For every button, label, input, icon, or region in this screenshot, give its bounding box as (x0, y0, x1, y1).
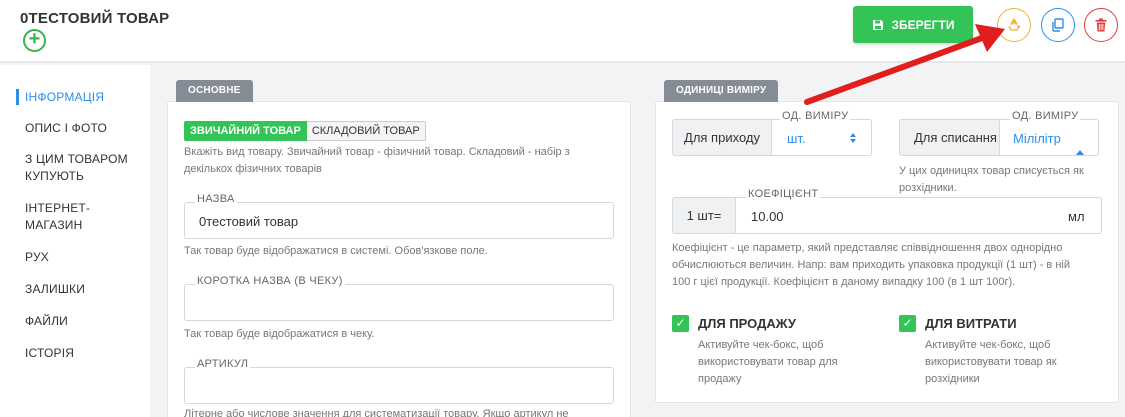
product-type-hint-line2: декількох фізичних товарів (184, 163, 322, 175)
save-button[interactable]: ЗБЕРЕГТИ (853, 6, 973, 43)
save-button-label: ЗБЕРЕГТИ (891, 17, 955, 32)
sidebar-item-description-photo[interactable]: ОПИС І ФОТО (25, 120, 107, 136)
coef-prefix-addon: 1 шт= (672, 197, 736, 234)
copy-button[interactable] (1041, 8, 1075, 42)
income-unit-value: шт. (787, 131, 806, 146)
short-name-label: КОРОТКА НАЗВА (В ЧЕКУ) (195, 275, 345, 287)
sidebar-item-history[interactable]: ІСТОРІЯ (25, 345, 74, 361)
coef-value: 10.00 (751, 209, 784, 224)
writeoff-hint-line2: розхідники. (899, 182, 957, 194)
coef-label: КОЕФІЦІЄНТ (746, 188, 821, 200)
sidebar-item-online-store[interactable]: ІНТЕРНЕТ- (25, 200, 90, 216)
for-sale-hint-line3: продажу (698, 373, 742, 385)
income-label: Для приходу (684, 130, 760, 145)
trash-icon (1095, 18, 1107, 32)
sort-arrows-icon (850, 133, 856, 143)
recycle-icon (1008, 17, 1021, 31)
name-value: 0тестовий товар (199, 214, 299, 229)
writeoff-unit-select[interactable]: Мілілітр (999, 119, 1099, 156)
coef-prefix: 1 шт= (686, 208, 722, 223)
coef-hint-line2: обчислюються величин. Напр: вам приходит… (672, 259, 1070, 271)
delete-button[interactable] (1084, 8, 1118, 42)
for-sale-hint-line2: використовувати товар для (698, 356, 838, 368)
check-icon: ✓ (902, 316, 913, 330)
name-label: НАЗВА (195, 193, 237, 205)
sidebar-item-files[interactable]: ФАЙЛИ (25, 313, 68, 329)
for-sale-hint-line1: Активуйте чек-бокс, щоб (698, 339, 824, 351)
sidebar-item-movement[interactable]: РУХ (25, 249, 49, 265)
for-expense-hint-line2: використовувати товар як (925, 356, 1057, 368)
sidebar (0, 65, 150, 417)
writeoff-label: Для списання (914, 130, 997, 145)
coef-hint-line3: 100 г цієї продукції. Коефіцієнт в даном… (672, 276, 1016, 288)
writeoff-unit-value: Мілілітр (1013, 131, 1061, 146)
writeoff-addon: Для списання (899, 119, 1000, 156)
regular-product-option[interactable]: ЗВИЧАЙНИЙ ТОВАР (184, 121, 307, 141)
short-name-hint: Так товар буде відображатися в чеку. (184, 328, 375, 340)
coef-hint-line1: Коефіцієнт - це параметр, який представл… (672, 242, 1063, 254)
income-unit-select[interactable]: шт. (771, 119, 872, 156)
product-type-hint-line1: Вкажіть вид товару. Звичайний товар - фі… (184, 146, 570, 158)
coef-suffix: мл (1068, 209, 1085, 224)
composite-product-option[interactable]: СКЛАДОВИЙ ТОВАР (306, 121, 426, 141)
name-field[interactable]: 0тестовий товар (184, 202, 614, 239)
add-icon[interactable]: + (23, 29, 46, 52)
for-expense-hint-line3: розхідники (925, 373, 980, 385)
sort-arrow-up-icon (1076, 150, 1084, 155)
sidebar-item-bought-together-line2[interactable]: КУПУЮТЬ (25, 168, 84, 184)
sidebar-active-indicator (16, 89, 19, 105)
check-icon: ✓ (675, 316, 686, 330)
sku-label: АРТИКУЛ (195, 358, 251, 370)
writeoff-unit-label: ОД. ВИМІРУ (1010, 110, 1081, 122)
income-addon: Для приходу (672, 119, 772, 156)
for-sale-checkbox[interactable]: ✓ (672, 315, 689, 332)
sidebar-item-bought-together[interactable]: З ЦИМ ТОВАРОМ (25, 151, 128, 167)
name-hint: Так товар буде відображатися в системі. … (184, 245, 488, 257)
sidebar-item-stock[interactable]: ЗАЛИШКИ (25, 281, 85, 297)
copy-icon (1052, 18, 1064, 32)
recycle-button[interactable] (997, 8, 1031, 42)
page-title: 0ТЕСТОВИЙ ТОВАР (20, 10, 170, 27)
for-expense-checkbox[interactable]: ✓ (899, 315, 916, 332)
for-expense-label: ДЛЯ ВИТРАТИ (925, 316, 1017, 331)
short-name-field[interactable] (184, 284, 614, 321)
floppy-disk-icon (872, 19, 883, 30)
sidebar-item-online-store-line2[interactable]: МАГАЗИН (25, 217, 83, 233)
tab-units[interactable]: ОДИНИЦІ ВИМІРУ (664, 80, 779, 102)
income-unit-label: ОД. ВИМІРУ (780, 110, 851, 122)
for-sale-label: ДЛЯ ПРОДАЖУ (698, 316, 796, 331)
tab-main[interactable]: ОСНОВНЕ (176, 80, 253, 102)
coef-field[interactable]: 10.00 мл (735, 197, 1102, 234)
product-type-toggle: ЗВИЧАЙНИЙ ТОВАР СКЛАДОВИЙ ТОВАР (184, 121, 426, 141)
sku-field[interactable] (184, 367, 614, 404)
top-bar: 0ТЕСТОВИЙ ТОВАР + ЗБЕРЕГТИ (0, 0, 1125, 63)
sku-hint: Літерне або числове значення для система… (184, 408, 569, 417)
for-expense-hint-line1: Активуйте чек-бокс, щоб (925, 339, 1051, 351)
sidebar-item-information[interactable]: ІНФОРМАЦІЯ (25, 89, 104, 105)
writeoff-hint-line1: У цих одиницях товар списується як (899, 165, 1084, 177)
